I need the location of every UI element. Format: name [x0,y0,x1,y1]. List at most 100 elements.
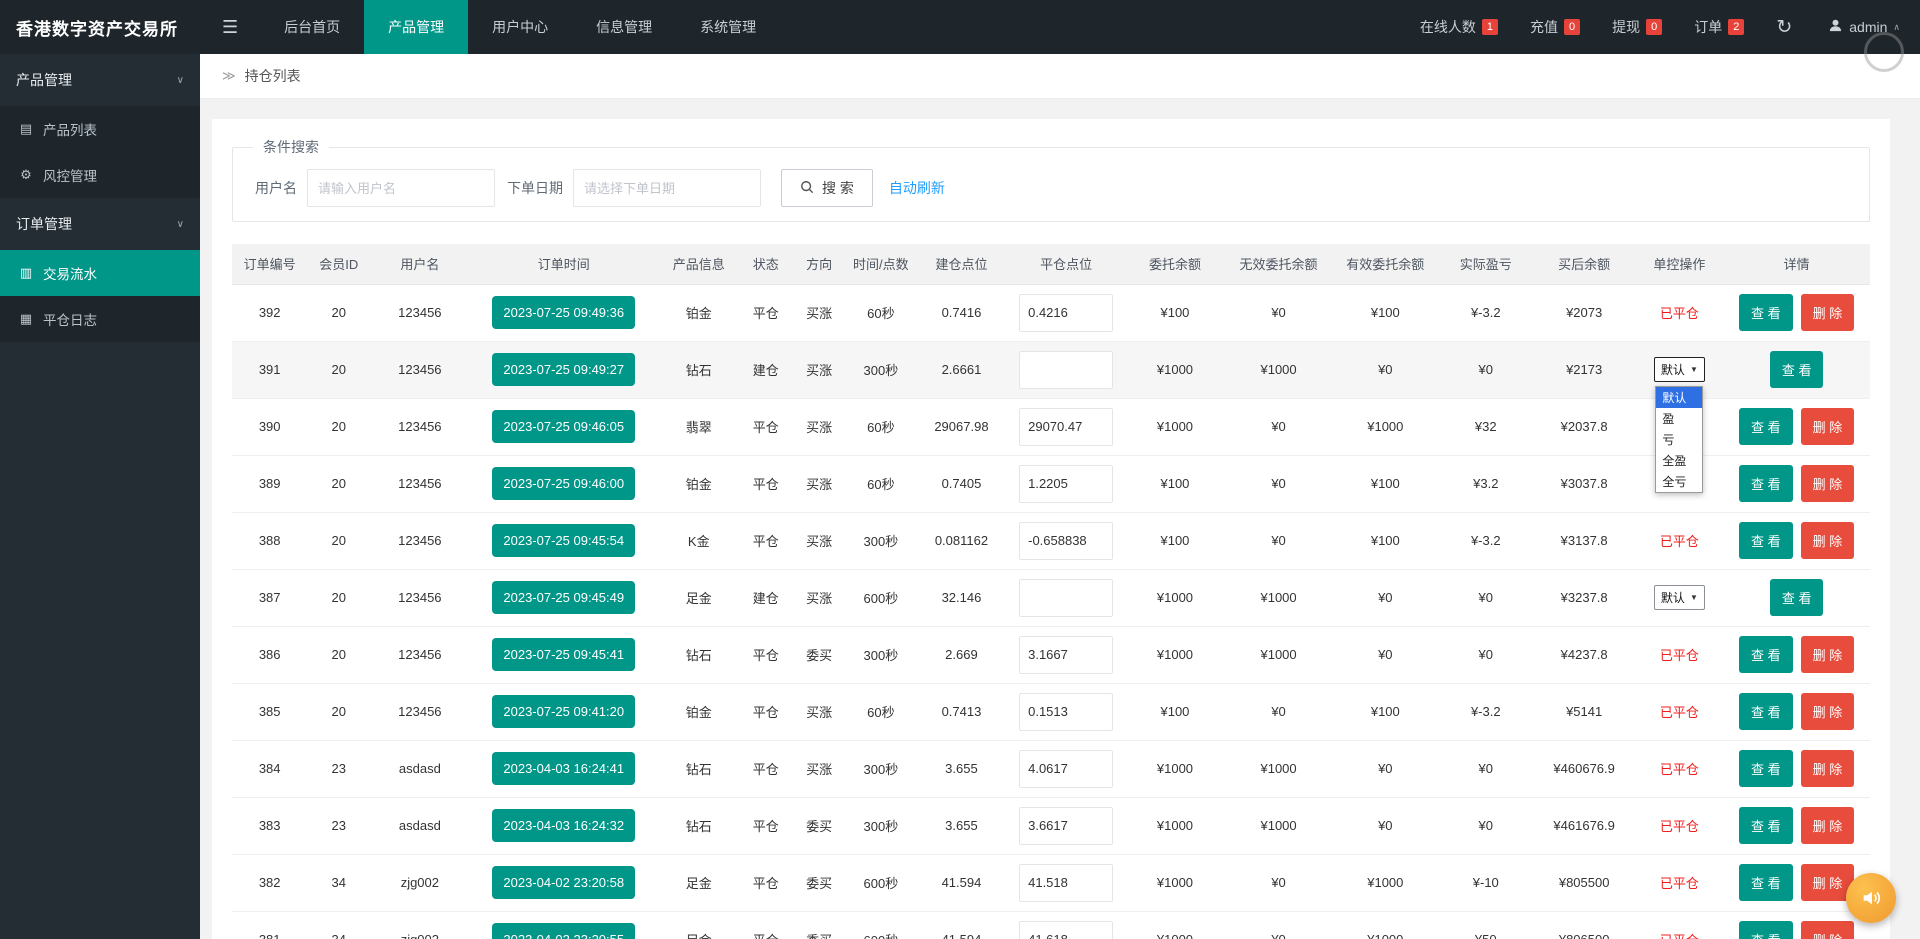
entrust-balance-cell: ¥100 [1125,284,1225,341]
status-cell: 平仓 [740,284,792,341]
chevron-down-icon: ▼ [1690,365,1698,374]
open-point-cell: 2.669 [915,626,1007,683]
order-time-button[interactable]: 2023-07-25 09:49:27 [492,353,635,386]
product-cell: 钻石 [658,341,740,398]
delete-button[interactable]: 删 除 [1801,693,1855,730]
username-cell: 123456 [370,626,469,683]
nav-stat-item[interactable]: 订单2 [1678,0,1760,54]
delete-button[interactable]: 删 除 [1801,750,1855,787]
auto-refresh-link[interactable]: 自动刷新 [889,178,945,198]
view-button[interactable]: 查 看 [1739,465,1793,502]
view-button[interactable]: 查 看 [1739,864,1793,901]
view-button[interactable]: 查 看 [1739,693,1793,730]
dropdown-option[interactable]: 默认 [1656,387,1702,408]
close-point-input[interactable] [1019,408,1113,446]
delete-button[interactable]: 删 除 [1801,636,1855,673]
sidebar-item[interactable]: ⚙风控管理 [0,152,200,198]
delete-button[interactable]: 删 除 [1801,921,1855,939]
delete-button[interactable]: 删 除 [1801,465,1855,502]
close-point-input[interactable] [1019,579,1113,617]
open-point-cell: 41.594 [915,854,1007,911]
order-time-button[interactable]: 2023-07-25 09:49:36 [492,296,635,329]
search-button[interactable]: 搜 索 [781,169,873,207]
close-point-input[interactable] [1019,921,1113,939]
profit-cell: ¥-3.2 [1439,284,1533,341]
view-button[interactable]: 查 看 [1739,408,1793,445]
chevron-down-icon: ∨ [177,219,184,230]
sidebar-item[interactable]: ▤产品列表 [0,106,200,152]
dropdown-option[interactable]: 全盈 [1656,450,1702,471]
username-input[interactable] [307,169,495,207]
top-menu-item[interactable]: 后台首页 [260,0,364,54]
top-menu-item[interactable]: 用户中心 [468,0,572,54]
close-point-input[interactable] [1019,465,1113,503]
close-point-input[interactable] [1019,864,1113,902]
close-point-input[interactable] [1019,750,1113,788]
top-menu-item[interactable]: 产品管理 [364,0,468,54]
column-header: 详情 [1723,244,1870,284]
close-point-input[interactable] [1019,636,1113,674]
hamburger-icon[interactable]: ☰ [200,0,260,54]
close-point-input[interactable] [1019,807,1113,845]
table-row: 38234zjg0022023-04-02 23:20:58足金平仓委买600秒… [232,854,1870,911]
view-button[interactable]: 查 看 [1739,636,1793,673]
direction-cell: 买涨 [792,569,846,626]
sidebar-group-header[interactable]: 订单管理∨ [0,198,200,250]
sidebar-item[interactable]: ▥交易流水 [0,250,200,296]
nav-stat-item[interactable]: 充值0 [1514,0,1596,54]
profit-cell: ¥-3.2 [1439,512,1533,569]
view-button[interactable]: 查 看 [1739,750,1793,787]
view-button[interactable]: 查 看 [1739,294,1793,331]
order-time-button[interactable]: 2023-04-03 16:24:41 [492,752,635,785]
close-point-input[interactable] [1019,693,1113,731]
delete-button[interactable]: 删 除 [1801,408,1855,445]
refresh-icon[interactable]: ↻ [1760,16,1808,39]
layers-icon: ▤ [18,121,34,137]
delete-button[interactable]: 删 除 [1801,522,1855,559]
product-cell: 钻石 [658,626,740,683]
nav-stat-item[interactable]: 提现0 [1596,0,1678,54]
valid-entrust-cell: ¥0 [1332,626,1439,683]
top-menu-item[interactable]: 信息管理 [572,0,676,54]
order-time-button[interactable]: 2023-07-25 09:46:00 [492,467,635,500]
view-button[interactable]: 查 看 [1739,522,1793,559]
order-time-button[interactable]: 2023-07-25 09:45:41 [492,638,635,671]
open-point-cell: 29067.98 [915,398,1007,455]
dropdown-option[interactable]: 全亏 [1656,471,1702,492]
order-time-button[interactable]: 2023-04-03 16:24:32 [492,809,635,842]
close-point-input[interactable] [1019,294,1113,332]
date-input[interactable] [573,169,761,207]
sidebar-group-header[interactable]: 产品管理∨ [0,54,200,106]
dropdown-option[interactable]: 亏 [1656,429,1702,450]
order-time-button[interactable]: 2023-07-25 09:46:05 [492,410,635,443]
valid-entrust-cell: ¥0 [1332,341,1439,398]
floating-sound-button[interactable] [1846,873,1896,923]
notification-badge: 1 [1482,19,1498,35]
close-point-input[interactable] [1019,522,1113,560]
view-button[interactable]: 查 看 [1739,807,1793,844]
table-row: 386201234562023-07-25 09:45:41钻石平仓委买300秒… [232,626,1870,683]
view-button[interactable]: 查 看 [1770,351,1824,388]
nav-stat-item[interactable]: 在线人数1 [1404,0,1514,54]
view-button[interactable]: 查 看 [1770,579,1824,616]
table-row: 390201234562023-07-25 09:46:05翡翠平仓买涨60秒2… [232,398,1870,455]
direction-cell: 买涨 [792,284,846,341]
order-time-button[interactable]: 2023-07-25 09:45:49 [492,581,635,614]
view-button[interactable]: 查 看 [1739,921,1793,939]
column-header: 状态 [740,244,792,284]
order-time-button[interactable]: 2023-07-25 09:41:20 [492,695,635,728]
order-time-button[interactable]: 2023-04-02 23:20:58 [492,866,635,899]
delete-button[interactable]: 删 除 [1801,807,1855,844]
top-menu-item[interactable]: 系统管理 [676,0,780,54]
dropdown-option[interactable]: 盈 [1656,408,1702,429]
delete-button[interactable]: 删 除 [1801,294,1855,331]
control-select[interactable]: 默认▼ [1654,357,1705,382]
duration-cell: 300秒 [846,341,915,398]
control-select[interactable]: 默认▼ [1654,585,1705,610]
entrust-balance-cell: ¥1000 [1125,569,1225,626]
order-time-button[interactable]: 2023-04-02 23:20:55 [492,923,635,939]
close-point-input[interactable] [1019,351,1113,389]
sidebar-item[interactable]: ▦平仓日志 [0,296,200,342]
order-time-button[interactable]: 2023-07-25 09:45:54 [492,524,635,557]
status-cell: 平仓 [740,626,792,683]
